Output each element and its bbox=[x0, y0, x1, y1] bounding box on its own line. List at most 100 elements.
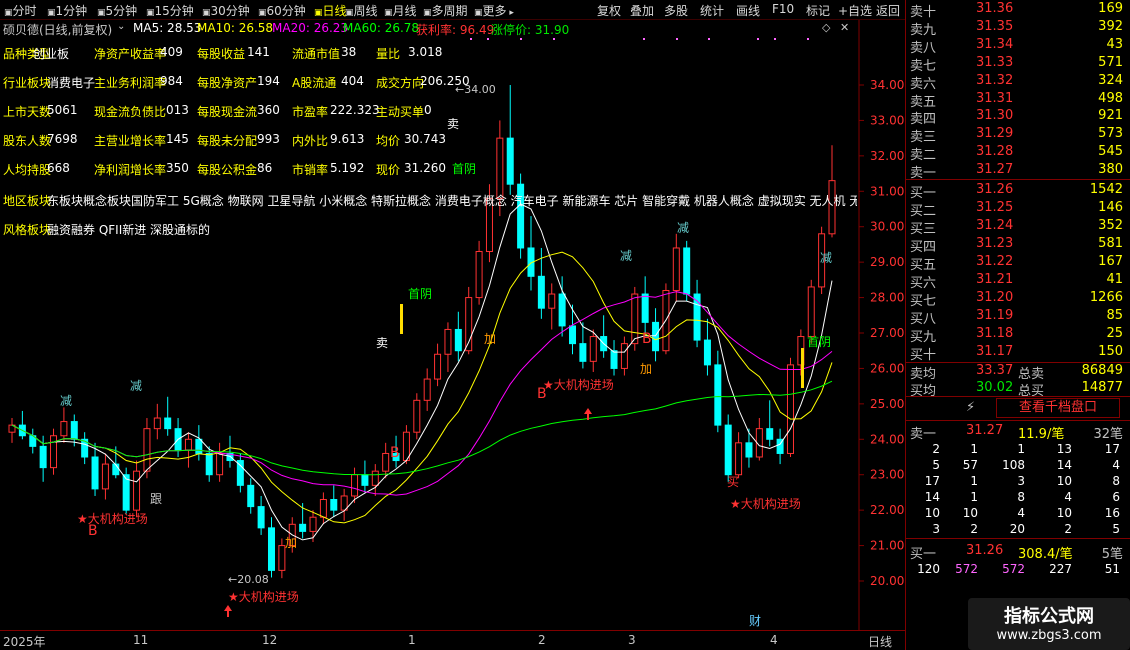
tab-monthly[interactable]: ▣月线 bbox=[384, 2, 417, 19]
ask-row[interactable]: 卖九 31.35 392 bbox=[906, 18, 1130, 38]
ask-row[interactable]: 卖四 31.30 921 bbox=[906, 107, 1130, 127]
y-tick-label: 34.00 bbox=[870, 78, 904, 92]
style-value: 融资融券 QFII新进 深股通标的 bbox=[47, 223, 211, 237]
info-value: 350 bbox=[166, 161, 189, 175]
info-label: 现金流负债比 bbox=[94, 105, 167, 119]
bid-row[interactable]: 买九 31.18 25 bbox=[906, 325, 1130, 345]
bid-row[interactable]: 买二 31.25 146 bbox=[906, 199, 1130, 219]
tab-30min[interactable]: ▣30分钟 bbox=[202, 2, 250, 19]
bid-row[interactable]: 买六 31.21 41 bbox=[906, 271, 1130, 291]
y-tick-label: 21.00 bbox=[870, 539, 904, 553]
chart-annotation: ★大机构进场 bbox=[543, 377, 614, 392]
ask-row[interactable]: 卖六 31.32 324 bbox=[906, 72, 1130, 92]
info-value: 7698 bbox=[47, 132, 78, 146]
view-thousand-book-button[interactable]: 查看千档盘口 bbox=[996, 398, 1120, 418]
watermark-url: www.zbgs3.com bbox=[996, 628, 1102, 643]
info-value: 668 bbox=[47, 161, 70, 175]
chart-annotation: ★大机构进场 bbox=[77, 511, 148, 526]
bid-row[interactable]: 买八 31.19 85 bbox=[906, 307, 1130, 327]
info-label: 均价 bbox=[376, 134, 401, 148]
x-label: 1 bbox=[408, 633, 416, 647]
info-label: 市盈率 bbox=[292, 105, 329, 119]
stats-button[interactable]: 统计 bbox=[700, 2, 724, 19]
bid-row[interactable]: 买一 31.26 1542 bbox=[906, 181, 1130, 201]
tab-weekly[interactable]: ▣周线 bbox=[345, 2, 378, 19]
candle-body bbox=[371, 470, 379, 486]
bid-row[interactable]: 买四 31.23 581 bbox=[906, 235, 1130, 255]
x-label: 12 bbox=[262, 633, 278, 647]
tab-fenshi[interactable]: ▣分时 bbox=[4, 2, 37, 19]
ask-row[interactable]: 卖七 31.33 571 bbox=[906, 54, 1130, 74]
tab-more[interactable]: ▣更多 ▸ bbox=[474, 2, 514, 19]
chart-annotation: 减 bbox=[60, 394, 72, 408]
y-tick-label: 25.00 bbox=[870, 397, 904, 411]
tab-15min[interactable]: ▣15分钟 bbox=[146, 2, 194, 19]
bid-row[interactable]: 买三 31.24 352 bbox=[906, 217, 1130, 237]
candle-body bbox=[278, 545, 286, 571]
candle-body bbox=[351, 474, 359, 497]
tab-1min[interactable]: ▣1分钟 bbox=[47, 2, 87, 19]
y-tick-label: 26.00 bbox=[870, 361, 904, 375]
candle-body bbox=[50, 435, 58, 469]
info-label: 流通市值 bbox=[292, 47, 341, 61]
ma10-label: MA10: 26.58 bbox=[197, 21, 274, 35]
draw-line-button[interactable]: 画线 bbox=[736, 2, 760, 19]
chevron-down-icon[interactable]: ⌄ bbox=[117, 21, 125, 32]
diamond-icon[interactable]: ◇ bbox=[822, 21, 830, 34]
region-value: 东板块概念板块国防军工 5G概念 物联网 卫星导航 小米概念 特斯拉概念 消费电… bbox=[47, 194, 857, 208]
info-value: 38 bbox=[341, 45, 357, 59]
tab-multi-period[interactable]: ▣多周期 bbox=[423, 2, 468, 19]
stock-info-overlay: 品种类型 创业板 净资产收益率 409 每股收益 141 流通市值 38 量比 3.018… bbox=[0, 40, 860, 240]
multi-stock-button[interactable]: 多股 bbox=[664, 2, 688, 19]
chart-annotation: B bbox=[390, 445, 400, 461]
back-button[interactable]: 返回 bbox=[876, 2, 900, 19]
mark-button[interactable]: 标记 bbox=[806, 2, 830, 19]
info-label: 市销率 bbox=[292, 163, 329, 177]
x-axis: 2025年 11 12 1 2 3 4 日线 bbox=[0, 630, 905, 650]
f10-button[interactable]: F10 bbox=[772, 2, 794, 16]
fuquan-button[interactable]: 复权 bbox=[597, 2, 621, 19]
bid-row[interactable]: 买七 31.20 1266 bbox=[906, 289, 1130, 309]
candle-body bbox=[807, 286, 815, 338]
candle-body bbox=[724, 424, 732, 476]
info-value: 创业板 bbox=[33, 47, 70, 61]
candle-body bbox=[589, 336, 597, 362]
bid-row[interactable]: 买十 31.17 150 bbox=[906, 343, 1130, 363]
close-icon[interactable]: ✕ bbox=[840, 21, 849, 34]
period-label: 日线 bbox=[868, 635, 893, 649]
chart-annotation: ★大机构进场 bbox=[730, 496, 801, 511]
candle-body bbox=[267, 527, 275, 571]
ask-row[interactable]: 卖一 31.27 380 bbox=[906, 161, 1130, 181]
info-value: 194 bbox=[257, 74, 280, 88]
overlay-button[interactable]: 叠加 bbox=[630, 2, 654, 19]
x-label: 11 bbox=[133, 633, 149, 647]
info-label: 每股收益 bbox=[197, 47, 246, 61]
ma60-label: MA60: 26.78 bbox=[343, 21, 420, 35]
y-tick-label: 22.00 bbox=[870, 503, 904, 517]
bid-row[interactable]: 买五 31.22 167 bbox=[906, 253, 1130, 273]
candle-body bbox=[309, 516, 317, 532]
candle-body bbox=[413, 399, 421, 433]
candle-body bbox=[164, 417, 172, 430]
add-watchlist-button[interactable]: +自选 bbox=[838, 2, 872, 19]
info-value: 30.743 bbox=[404, 132, 446, 146]
tab-60min[interactable]: ▣60分钟 bbox=[258, 2, 306, 19]
tab-daily[interactable]: ▣日线 bbox=[314, 2, 347, 19]
candle-body bbox=[112, 463, 120, 476]
tab-5min[interactable]: ▣5分钟 bbox=[97, 2, 137, 19]
chart-annotation: 首阴 bbox=[807, 335, 831, 349]
ask-row[interactable]: 卖三 31.29 573 bbox=[906, 125, 1130, 145]
ask-row[interactable]: 卖五 31.31 498 bbox=[906, 90, 1130, 110]
info-value: 409 bbox=[160, 45, 183, 59]
info-value: 993 bbox=[257, 132, 280, 146]
info-value: 206.250 bbox=[420, 74, 470, 88]
candle-body bbox=[153, 417, 161, 430]
y-tick-label: 33.00 bbox=[870, 113, 904, 127]
ask-row[interactable]: 卖八 31.34 43 bbox=[906, 36, 1130, 56]
candle-body bbox=[184, 438, 192, 451]
indicator-title-bar: 硕贝德(日线,前复权) ⌄ MA5: 28.53 MA10: 26.58 MA2… bbox=[0, 21, 905, 37]
info-label: 净利润增长率 bbox=[94, 163, 167, 177]
ask-row[interactable]: 卖二 31.28 545 bbox=[906, 143, 1130, 163]
candle-body bbox=[133, 470, 141, 511]
ask-row[interactable]: 卖十 31.36 169 bbox=[906, 0, 1130, 20]
